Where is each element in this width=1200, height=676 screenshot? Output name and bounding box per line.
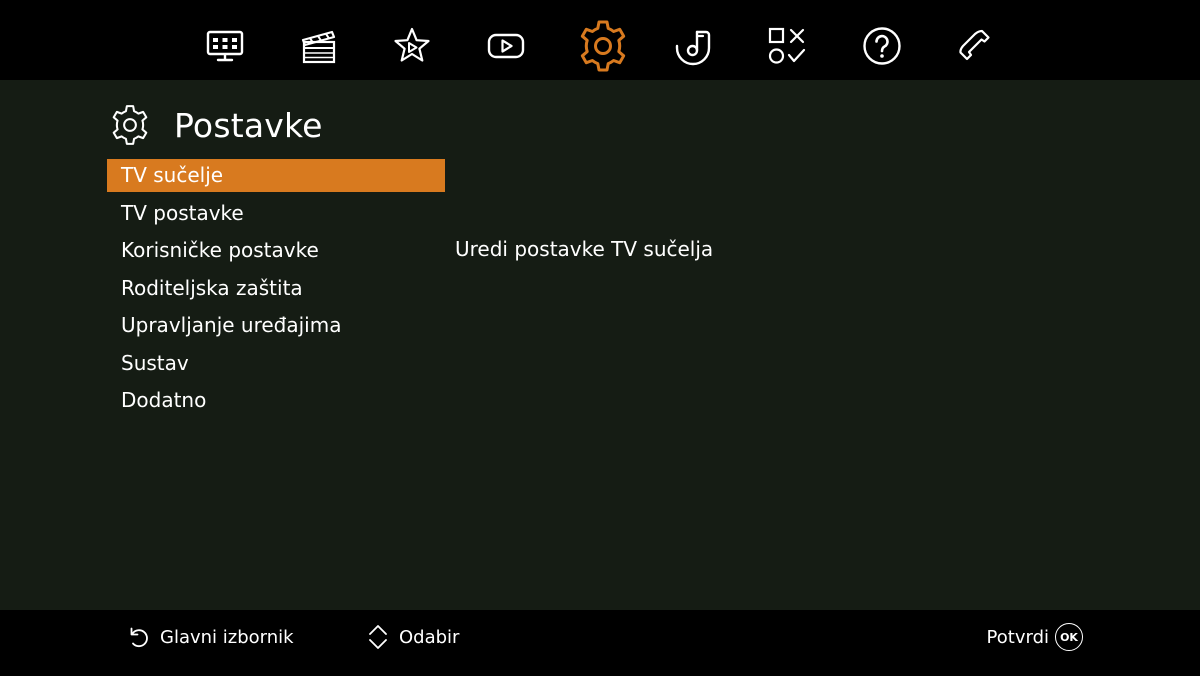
hint-main-menu[interactable]: Glavni izbornik [126, 610, 294, 664]
clapperboard-icon [301, 30, 336, 64]
nav-item-favorites[interactable] [384, 18, 440, 74]
menu-item-device-management[interactable]: Upravljanje uređajima [107, 309, 445, 342]
hint-main-menu-label: Glavni izbornik [160, 626, 294, 648]
settings-menu: TV sučelje TV postavke Korisničke postav… [107, 159, 445, 422]
hint-select-label: Odabir [399, 626, 460, 648]
item-description: Uredi postavke TV sučelja [455, 237, 714, 261]
hint-confirm-label: Potvrdi [986, 626, 1049, 648]
nav-item-music[interactable] [665, 18, 721, 74]
nav-item-help[interactable] [854, 18, 910, 74]
hint-confirm[interactable]: Potvrdi OK [987, 610, 1083, 664]
gear-icon [112, 105, 148, 145]
nav-item-phone[interactable] [947, 18, 1003, 74]
undo-arrow-icon [126, 625, 150, 649]
star-play-icon [394, 27, 430, 62]
bottom-hint-bar: Glavni izbornik Odabir Potvrdi OK [0, 610, 1200, 676]
page-header: Postavke [108, 100, 323, 150]
menu-item-additional[interactable]: Dodatno [107, 384, 445, 417]
up-down-chevron-icon [367, 623, 389, 651]
phone-icon [959, 29, 990, 61]
menu-item-tv-settings[interactable]: TV postavke [107, 197, 445, 230]
menu-item-system[interactable]: Sustav [107, 347, 445, 380]
nav-item-video[interactable] [478, 18, 534, 74]
top-navigation-bar [0, 0, 1200, 80]
hint-select: Odabir [367, 610, 459, 664]
nav-item-settings[interactable] [575, 18, 631, 74]
menu-item-tv-interface[interactable]: TV sučelje [107, 159, 445, 192]
nav-item-games[interactable] [759, 18, 815, 74]
nav-item-movies[interactable] [291, 18, 347, 74]
question-icon [863, 27, 901, 65]
menu-item-parental-control[interactable]: Roditeljska zaštita [107, 272, 445, 305]
ok-button-icon: OK [1055, 623, 1083, 651]
play-button-icon [487, 33, 525, 59]
tv-grid-icon [206, 30, 244, 62]
settings-screen: Postavke TV sučelje TV postavke Korisnič… [0, 0, 1200, 676]
menu-item-user-settings[interactable]: Korisničke postavke [107, 234, 445, 267]
music-note-icon [675, 30, 711, 66]
page-title: Postavke [174, 105, 323, 145]
games-icon [768, 27, 806, 64]
nav-item-tv-guide[interactable] [197, 18, 253, 74]
gear-icon [580, 20, 626, 72]
